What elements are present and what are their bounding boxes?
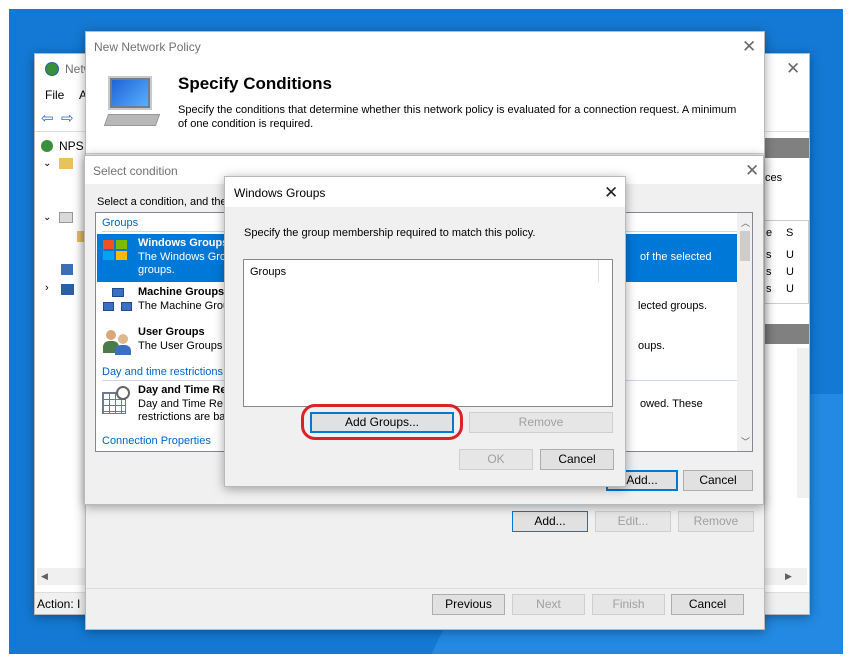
right-panel-header bbox=[763, 138, 809, 158]
monitor-icon bbox=[102, 76, 161, 130]
windows-groups-instruction: Specify the group membership required to… bbox=[244, 227, 536, 239]
conditions-remove-button[interactable]: Remove bbox=[678, 511, 754, 532]
item-description-tail: of the selected bbox=[640, 251, 712, 263]
item-description-tail: lected groups. bbox=[638, 300, 708, 312]
computer-icon bbox=[61, 284, 74, 295]
item-description: The Windows Gro bbox=[138, 251, 227, 263]
conditions-add-button[interactable]: Add... bbox=[512, 511, 588, 532]
close-icon[interactable]: ✕ bbox=[786, 60, 800, 77]
windows-logo-icon bbox=[103, 240, 129, 262]
policy-header-area: New Network Policy ✕ Specify Conditions … bbox=[86, 32, 764, 154]
select-condition-cancel-button[interactable]: Cancel bbox=[683, 470, 753, 491]
calendar-clock-icon bbox=[102, 386, 132, 416]
item-name: Machine Groups bbox=[138, 286, 225, 298]
table-cell: s bbox=[766, 283, 772, 295]
page-description-line2: of one condition is required. bbox=[178, 118, 314, 130]
close-icon[interactable]: ✕ bbox=[742, 38, 756, 55]
groups-list[interactable]: Groups bbox=[243, 259, 613, 407]
add-groups-highlight bbox=[301, 404, 463, 440]
status-text: Action: I bbox=[37, 597, 81, 611]
groups-ok-button[interactable]: OK bbox=[459, 449, 533, 470]
page-description-line1: Specify the conditions that determine wh… bbox=[178, 104, 737, 116]
groups-list-header: Groups bbox=[244, 260, 599, 282]
conditions-edit-button[interactable]: Edit... bbox=[595, 511, 671, 532]
back-arrow-icon[interactable]: ⇦ bbox=[41, 109, 54, 127]
folder-icon bbox=[59, 158, 73, 169]
section-groups: Groups bbox=[102, 217, 139, 229]
item-description: groups. bbox=[138, 264, 175, 276]
forward-arrow-icon[interactable]: ⇨ bbox=[61, 109, 74, 127]
finish-button[interactable]: Finish bbox=[592, 594, 665, 615]
close-icon[interactable]: ✕ bbox=[604, 184, 618, 201]
item-description-tail: owed. These bbox=[640, 398, 703, 410]
scroll-thumb[interactable] bbox=[740, 231, 750, 261]
previous-button[interactable]: Previous bbox=[432, 594, 505, 615]
groups-remove-button[interactable]: Remove bbox=[469, 412, 613, 433]
select-condition-instruction: Select a condition, and ther bbox=[97, 196, 231, 208]
scroll-down-icon[interactable]: ﹀ bbox=[741, 435, 750, 448]
table-cell: s bbox=[766, 266, 772, 278]
windows-groups-title-bar: Windows Groups ✕ bbox=[225, 177, 625, 207]
section-day-time: Day and time restrictions bbox=[102, 366, 224, 378]
page-heading: Specify Conditions bbox=[178, 74, 332, 93]
wizard-footer-divider bbox=[86, 588, 764, 589]
scroll-up-icon[interactable]: ︿ bbox=[741, 216, 750, 229]
item-name: Windows Groups bbox=[138, 237, 229, 249]
network-icon bbox=[61, 264, 73, 275]
right-panel-text: ces bbox=[765, 172, 783, 184]
nps-root-icon bbox=[41, 140, 53, 152]
item-description: The User Groups bbox=[138, 340, 223, 352]
right-panel-table: e S s U s U s U bbox=[763, 220, 809, 304]
condition-list-scrollbar[interactable]: ︿ ﹀ bbox=[737, 213, 752, 451]
chevron-right-icon[interactable]: › bbox=[45, 282, 49, 294]
select-condition-title: Select condition bbox=[93, 164, 178, 178]
policy-folder-icon bbox=[59, 212, 73, 223]
column-header-groups: Groups bbox=[250, 266, 287, 278]
machine-groups-icon bbox=[103, 288, 133, 314]
close-icon[interactable]: ✕ bbox=[745, 162, 759, 179]
column-header: e bbox=[766, 227, 773, 239]
windows-groups-dialog: Windows Groups ✕ Specify the group membe… bbox=[224, 176, 626, 487]
menu-item-file[interactable]: File bbox=[45, 88, 64, 102]
nps-tree: NPS ⌄ ⌄ › bbox=[35, 134, 87, 574]
globe-icon bbox=[45, 62, 59, 76]
chevron-down-icon[interactable]: ⌄ bbox=[43, 212, 51, 223]
item-description: restrictions are bas bbox=[138, 411, 231, 423]
table-cell: U bbox=[786, 283, 794, 295]
windows-groups-title: Windows Groups bbox=[234, 186, 326, 200]
user-groups-icon bbox=[103, 328, 133, 356]
item-name: Day and Time Re bbox=[138, 384, 227, 396]
right-panel-header-2 bbox=[763, 324, 809, 344]
item-description: The Machine Grou bbox=[138, 300, 230, 312]
item-description-tail: oups. bbox=[638, 340, 665, 352]
section-connection-properties: Connection Properties bbox=[102, 435, 211, 447]
table-cell: U bbox=[786, 249, 794, 261]
groups-cancel-button[interactable]: Cancel bbox=[540, 449, 614, 470]
tree-item-nps[interactable]: NPS bbox=[59, 139, 84, 153]
table-cell: s bbox=[766, 249, 772, 261]
next-button[interactable]: Next bbox=[512, 594, 585, 615]
right-v-scroll[interactable] bbox=[797, 348, 809, 498]
table-cell: U bbox=[786, 266, 794, 278]
item-name: User Groups bbox=[138, 326, 205, 338]
chevron-down-icon[interactable]: ⌄ bbox=[43, 158, 51, 169]
column-header: S bbox=[786, 227, 794, 239]
policy-dialog-title: New Network Policy bbox=[94, 40, 201, 54]
wizard-cancel-button[interactable]: Cancel bbox=[671, 594, 744, 615]
item-description: Day and Time Re bbox=[138, 398, 223, 410]
